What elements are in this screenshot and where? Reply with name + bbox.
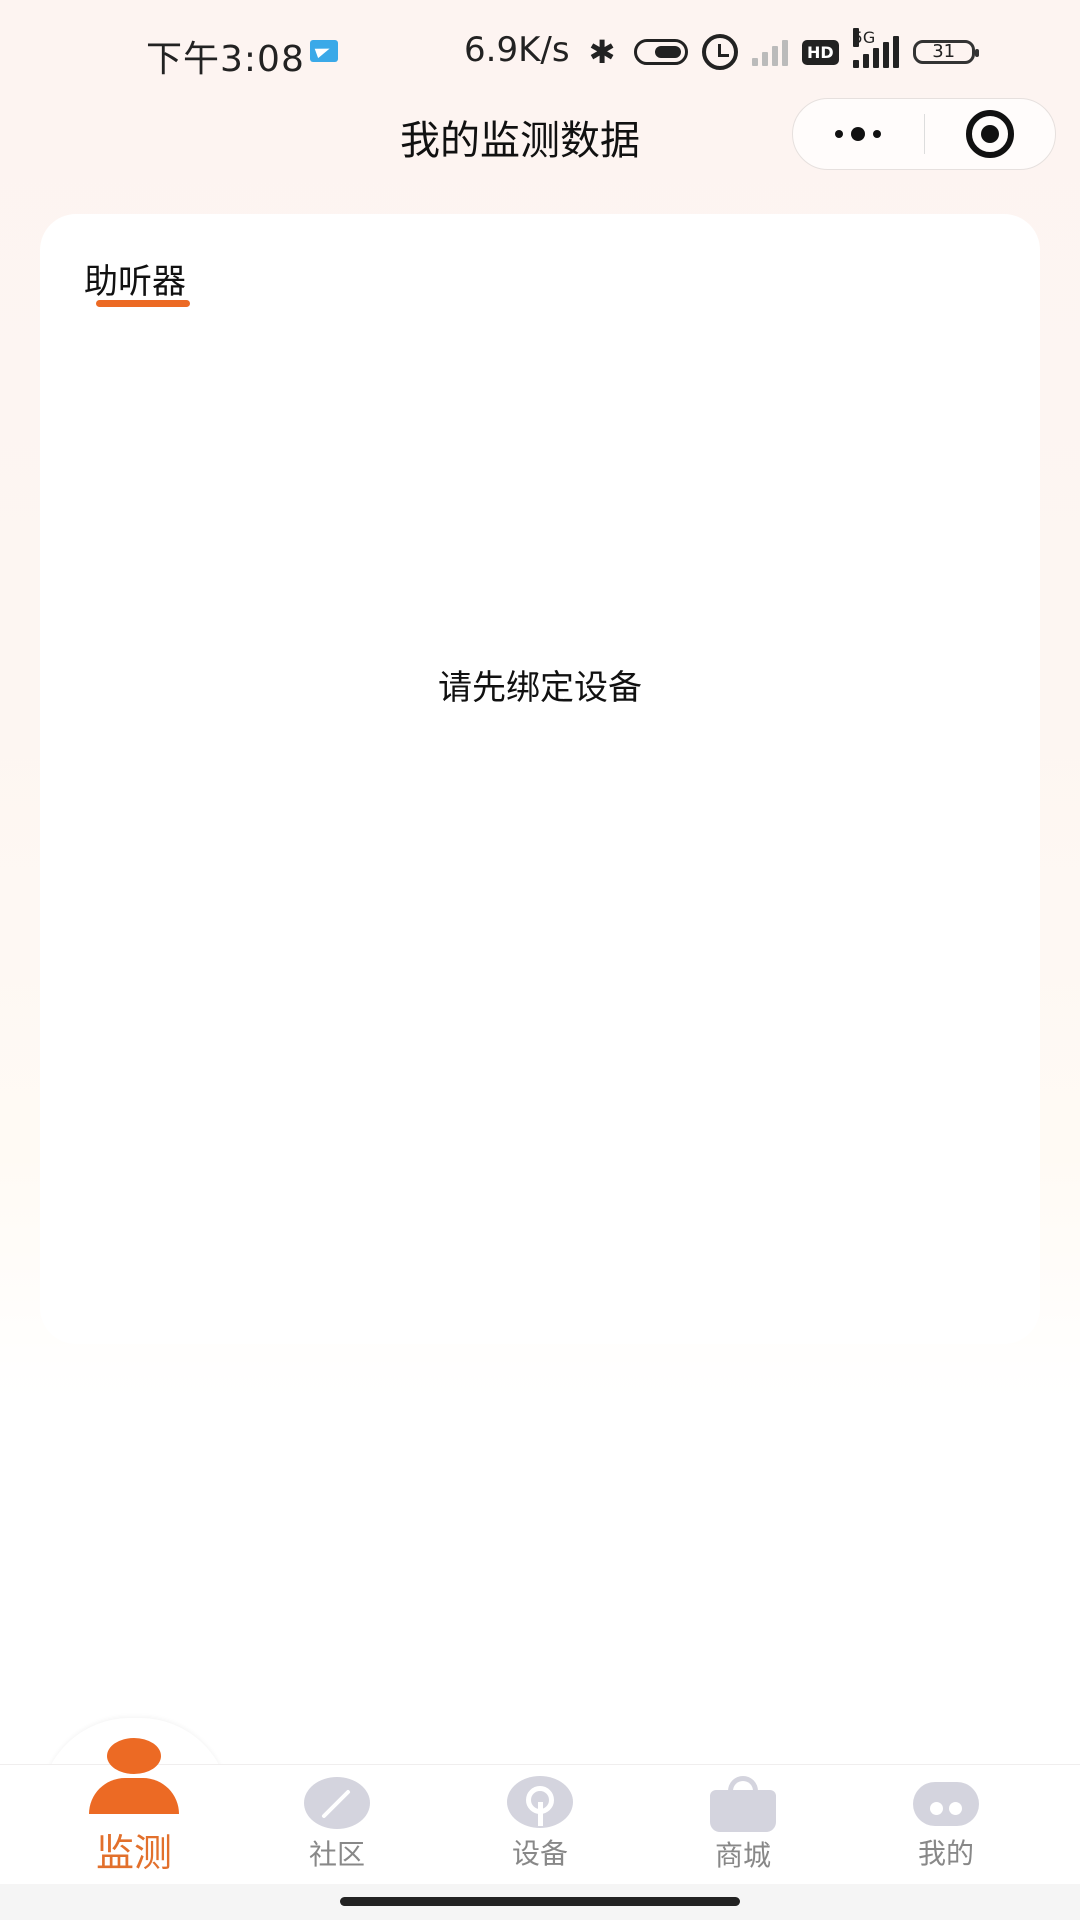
signal-weak-icon	[752, 38, 788, 66]
device-icon	[507, 1776, 573, 1828]
target-close-icon	[965, 110, 1014, 158]
signal-5g-icon: 5G	[852, 28, 899, 68]
home-indicator[interactable]	[340, 1897, 740, 1906]
more-dots-icon	[835, 127, 882, 141]
tab-mall-label: 商城	[714, 1839, 771, 1872]
monitor-card: 助听器 请先绑定设备	[40, 214, 1040, 1344]
tab-active-indicator	[96, 300, 190, 307]
tab-community[interactable]: 社区	[257, 1777, 417, 1873]
tab-device-label: 设备	[511, 1837, 568, 1870]
battery-icon: 31	[912, 40, 979, 64]
tab-profile[interactable]: 我的	[866, 1782, 1026, 1872]
hd-icon: HD	[802, 39, 839, 65]
tab-hearing-aid[interactable]: 助听器	[84, 254, 186, 303]
community-icon	[304, 1777, 370, 1829]
tab-profile-label: 我的	[917, 1837, 974, 1870]
more-button[interactable]	[793, 99, 924, 169]
shopping-bag-icon	[710, 1776, 776, 1832]
tab-community-label: 社区	[308, 1838, 365, 1871]
status-time: 下午3:08	[146, 39, 305, 80]
network-speed: 6.9K/s	[464, 30, 570, 70]
tab-device[interactable]: 设备	[460, 1776, 620, 1872]
tab-mall[interactable]: 商城	[663, 1776, 823, 1874]
person-icon	[89, 1738, 179, 1814]
close-button[interactable]	[924, 99, 1055, 169]
bluetooth-icon: ✱	[588, 33, 616, 71]
vibrate-icon	[634, 39, 688, 65]
tab-monitor-label: 监测	[95, 1831, 172, 1875]
profile-icon	[913, 1782, 979, 1826]
tab-monitor[interactable]: 监测	[54, 1738, 214, 1877]
telegram-icon	[310, 40, 338, 62]
network-type-label: 5G	[852, 28, 876, 47]
mini-program-capsule	[792, 98, 1056, 170]
status-bar: 下午3:08 6.9K/s ✱ HD 5G 31	[0, 0, 1080, 104]
alarm-icon	[702, 34, 738, 70]
status-icons: ✱ HD 5G 31	[584, 28, 979, 72]
empty-state-message: 请先绑定设备	[438, 668, 642, 708]
